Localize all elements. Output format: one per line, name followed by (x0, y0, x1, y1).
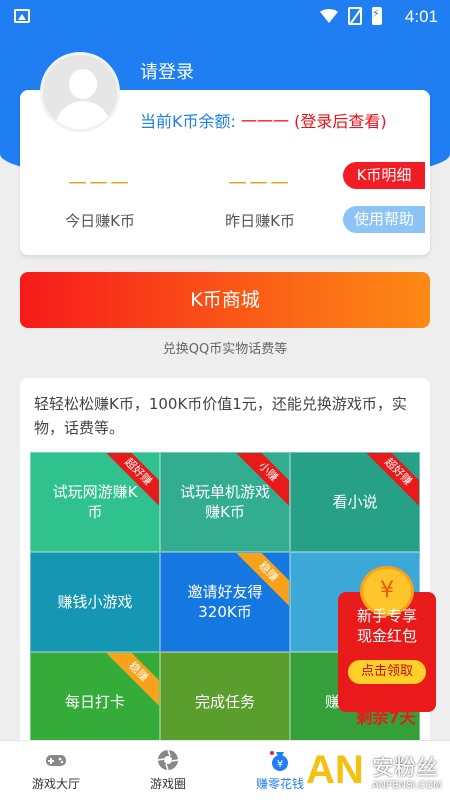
status-bar: 4:01 (0, 0, 450, 34)
tab-game-hall[interactable]: 游戏大厅 (16, 741, 96, 800)
tab-game-circle[interactable]: 游戏圈 (128, 741, 208, 800)
tile-read-novels[interactable]: 看小说 超好赚 (290, 452, 420, 552)
today-earnings: 一一一 今日赚K币 (40, 170, 160, 231)
tab-label: 游戏大厅 (31, 777, 80, 791)
k-coin-detail-button[interactable]: K币明细 (343, 162, 425, 189)
no-sim-icon (348, 7, 362, 25)
tile-label: 邀请好友得320K币 (187, 583, 263, 621)
watermark-logo: AN (306, 748, 364, 792)
today-value: 一一一 (68, 174, 132, 195)
yesterday-value: 一一一 (228, 174, 292, 195)
tile-trial-single-games[interactable]: 试玩单机游戏赚K币 小赚 (160, 452, 290, 552)
moneybag-icon: ¥ (270, 751, 288, 771)
tile-mini-games[interactable]: 赚钱小游戏 (30, 552, 160, 652)
tile-label: 试玩网游赚K币 (52, 483, 138, 521)
image-notification-icon (14, 9, 30, 23)
yesterday-label: 昨日赚K币 (225, 212, 295, 230)
balance-label: 当前K币余额: (140, 112, 241, 131)
login-link[interactable]: 请登录 (140, 58, 194, 84)
balance-value: 一一一 (登录后查看) (240, 112, 387, 131)
tab-label: 赚零花钱 (255, 777, 304, 791)
k-coin-mall-button[interactable]: K币商城 (20, 272, 430, 328)
avatar[interactable] (40, 52, 120, 132)
clock: 4:01 (404, 7, 438, 26)
balance-line: 当前K币余额: 一一一 (登录后查看) (140, 108, 387, 132)
aperture-icon (157, 749, 179, 771)
watermark-cn: 安粉丝 (372, 756, 439, 781)
red-packet-title-line1: 新手专享 (356, 607, 417, 625)
svg-text:¥: ¥ (277, 759, 283, 770)
gamepad-icon (46, 755, 66, 766)
site-watermark: AN 安粉丝 ANFENSI.COM (306, 748, 450, 800)
tile-label: 赚钱小游戏 (57, 593, 133, 611)
red-packet-title: 新手专享 现金红包 (338, 606, 436, 646)
battery-charging-icon (372, 7, 382, 25)
today-label: 今日赚K币 (65, 212, 135, 230)
tile-label: 完成任务 (194, 693, 255, 711)
claim-button[interactable]: 点击领取 (348, 660, 426, 684)
avatar-body-shape (55, 101, 111, 129)
tile-label: 试玩单机游戏赚K币 (179, 483, 270, 521)
tile-label: 看小说 (332, 493, 378, 511)
watermark-en: ANFENSI.COM (372, 780, 442, 791)
tile-trial-online-games[interactable]: 试玩网游赚K币 超好赚 (30, 452, 160, 552)
panel-description: 轻轻松松赚K币，100K币价值1元，还能兑换游戏币，实物，话费等。 (34, 395, 407, 437)
status-icons (320, 7, 382, 25)
tab-label: 游戏圈 (149, 777, 186, 791)
red-packet-title-line2: 现金红包 (356, 627, 417, 645)
avatar-head-shape (69, 69, 97, 99)
newbie-red-packet[interactable]: ¥ 新手专享 现金红包 点击领取 剩余7天 (330, 562, 442, 727)
tile-label: 每日打卡 (64, 693, 125, 711)
remaining-days: 剩余7天 (356, 708, 416, 727)
yesterday-earnings: 一一一 昨日赚K币 (200, 170, 320, 231)
wifi-icon (320, 9, 338, 23)
tile-daily-checkin[interactable]: 每日打卡 稳赚 (30, 652, 160, 752)
tile-invite-friends[interactable]: 邀请好友得320K币 稳赚 (160, 552, 290, 652)
tile-complete-tasks[interactable]: 完成任务 (160, 652, 290, 752)
help-button[interactable]: 使用帮助 (343, 206, 425, 233)
mall-subtitle: 兑换QQ币实物话费等 (162, 342, 288, 357)
